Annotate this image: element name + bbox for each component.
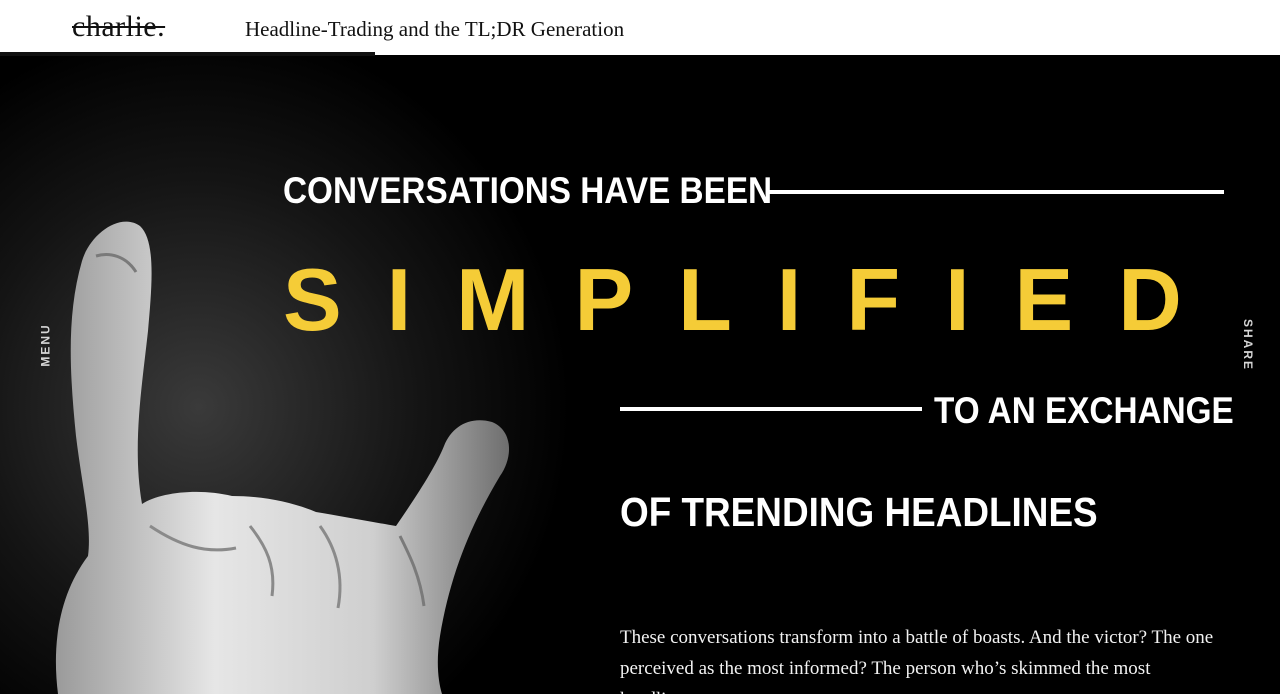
article-title: Headline-Trading and the TL;DR Generatio… xyxy=(245,17,625,41)
headline-highlight: SIMPLIFIED xyxy=(283,250,1227,349)
site-header: charlie. Headline-Trading and the TL;DR … xyxy=(0,0,1280,56)
body-paragraph: These conversations transform into a bat… xyxy=(620,627,1214,694)
share-button[interactable]: SHARE xyxy=(1241,319,1255,371)
hand-sculpture-image xyxy=(0,56,620,694)
site-logo[interactable]: charlie. xyxy=(72,12,165,42)
headline-line-4: OF TRENDING HEADLINES xyxy=(620,489,1098,535)
decorative-rule xyxy=(766,190,1224,194)
headline-line-1: CONVERSATIONS HAVE BEEN xyxy=(283,170,773,211)
decorative-rule xyxy=(620,407,922,411)
headline-line-3: TO AN EXCHANGE xyxy=(934,390,1234,431)
menu-button[interactable]: MENU xyxy=(39,323,53,366)
hero-section: CONVERSATIONS HAVE BEEN SIMPLIFIED TO AN… xyxy=(0,56,1280,694)
